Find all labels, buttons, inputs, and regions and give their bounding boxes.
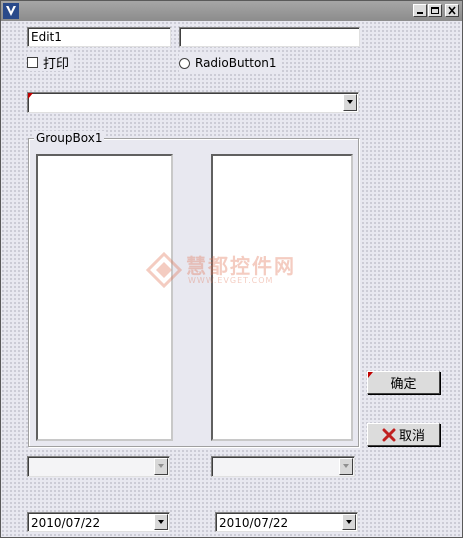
print-checkbox-label: 打印 (43, 56, 70, 72)
edit1-input-box[interactable] (27, 27, 171, 47)
ok-button[interactable]: 确定 (367, 371, 440, 394)
cancel-button-label: 取消 (398, 429, 425, 444)
left-date-value: 2010/07/22 (31, 516, 101, 530)
top-combobox-dropdown-button[interactable] (343, 94, 357, 111)
close-icon (448, 6, 456, 15)
right-date-dropdown-button[interactable] (342, 514, 356, 530)
minimize-button[interactable] (413, 4, 427, 17)
print-checkbox-row[interactable]: 打印 (27, 53, 74, 72)
close-button[interactable] (445, 4, 459, 17)
radio-button[interactable] (179, 57, 190, 69)
right-combobox-dropdown-button[interactable] (339, 458, 353, 475)
right-listbox[interactable] (211, 154, 353, 441)
edit2-input[interactable] (180, 28, 359, 46)
left-combobox-dropdown-button[interactable] (154, 458, 168, 475)
groupbox: GroupBox1 (28, 131, 359, 447)
left-date-dropdown-button[interactable] (154, 514, 168, 530)
right-date-value: 2010/07/22 (219, 516, 289, 530)
title-bar[interactable] (1, 1, 462, 21)
cancel-x-icon (382, 428, 396, 441)
cancel-button[interactable]: 取消 (367, 423, 440, 446)
tag-marker (28, 93, 33, 99)
edit2-input-box[interactable] (179, 27, 360, 47)
print-checkbox[interactable] (27, 56, 38, 68)
left-combobox[interactable] (27, 456, 170, 477)
maximize-icon (431, 7, 439, 14)
top-combobox[interactable] (27, 92, 359, 113)
radio-button-row[interactable]: RadioButton1 (179, 54, 281, 72)
app-logo-icon (3, 3, 19, 19)
left-listbox[interactable] (36, 154, 173, 441)
maximize-button[interactable] (428, 4, 442, 17)
right-combobox[interactable] (211, 456, 355, 477)
edit1-input[interactable] (28, 28, 170, 46)
left-date-picker[interactable]: 2010/07/22 (27, 512, 170, 532)
ok-tag-marker (368, 372, 373, 378)
form-window: 打印 RadioButton1 GroupBox1 慧都控件网 WWW.EVGE… (0, 0, 463, 538)
groupbox-caption: GroupBox1 (34, 131, 105, 145)
minimize-icon (417, 12, 423, 14)
ok-button-label: 确定 (390, 377, 417, 392)
radio-button-label: RadioButton1 (195, 56, 277, 70)
right-date-picker[interactable]: 2010/07/22 (215, 512, 358, 532)
